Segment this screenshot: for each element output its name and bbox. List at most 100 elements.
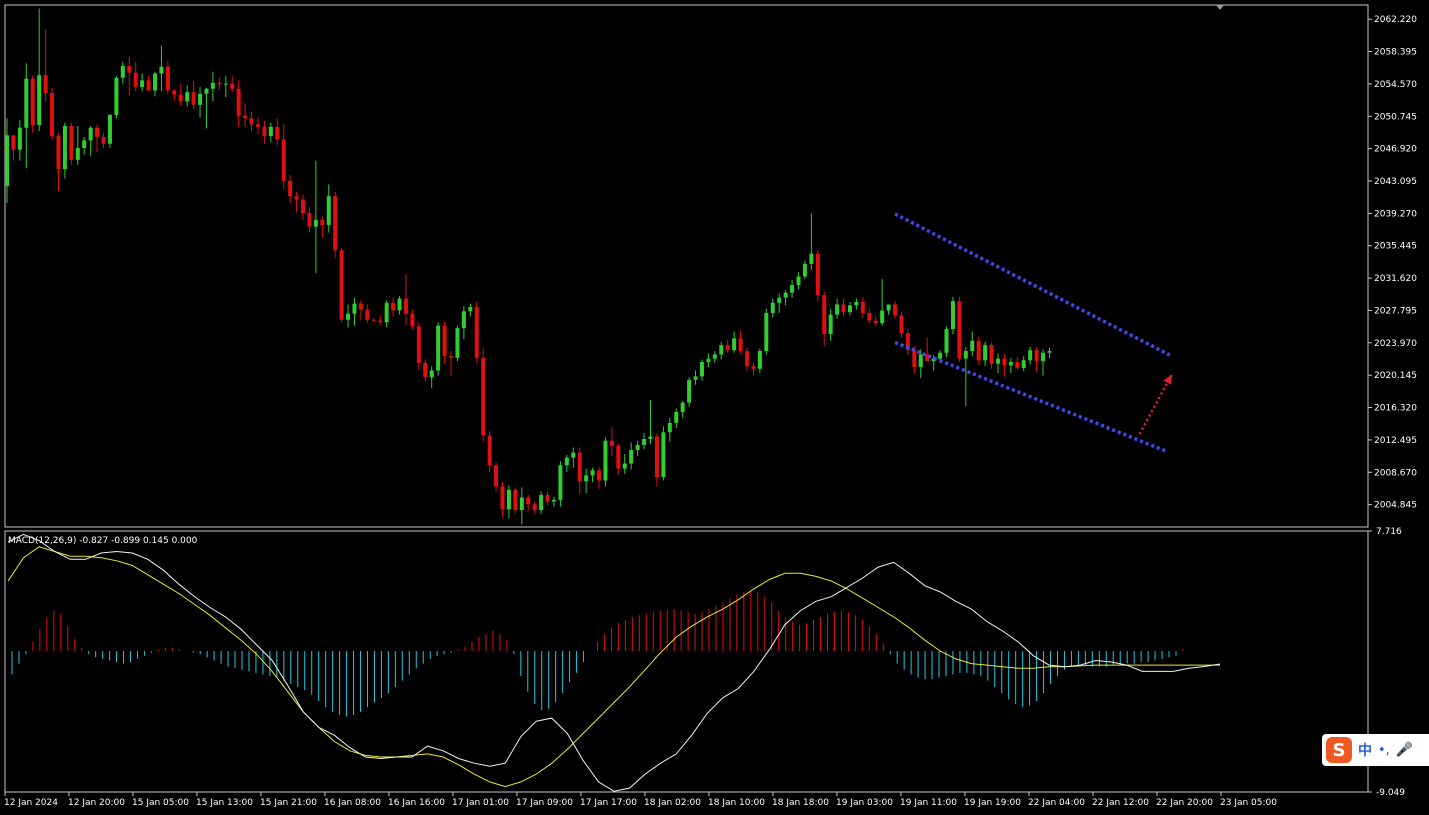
candle-body	[487, 435, 492, 466]
candle-body	[153, 73, 158, 91]
candle-body	[545, 494, 550, 502]
time-axis: 12 Jan 2024 12 Jan 20:00 15 Jan 05:00 15 Ja…	[4, 792, 1277, 808]
candle-body	[513, 489, 518, 511]
candle-body	[1015, 362, 1020, 368]
candle-body	[1028, 350, 1033, 361]
price-tick-label: 2039.270	[1374, 209, 1417, 219]
price-tick-label: 2027.795	[1374, 306, 1417, 316]
candle-body	[976, 340, 981, 361]
candle-body	[403, 298, 408, 314]
candle-body	[474, 307, 479, 358]
candle-body	[1021, 360, 1026, 368]
candle-body	[75, 147, 80, 160]
price-axis: 2062.220 2058.395 2054.570 2050.745 2046.920…	[1368, 15, 1417, 511]
candle-body	[764, 312, 769, 352]
macd-tick-label: 7.716	[1376, 527, 1402, 537]
time-tick-label: 22 Jan 20:00	[1156, 798, 1213, 808]
candle-body	[5, 135, 9, 187]
macd-panel[interactable]	[4, 530, 1369, 793]
candle-body	[983, 345, 988, 361]
trading-chart[interactable]: 2062.220 2058.395 2054.570 2050.745 2046.920…	[0, 0, 1429, 815]
candle-body	[539, 494, 544, 511]
price-tick-label: 2050.745	[1374, 112, 1417, 122]
time-tick-label: 15 Jan 13:00	[196, 798, 253, 808]
candle-body	[397, 298, 402, 311]
candle-body	[815, 253, 820, 296]
candle-body	[37, 75, 42, 126]
candle-body	[867, 312, 872, 321]
macd-lines	[7, 533, 1221, 792]
candle-body	[667, 422, 672, 433]
candle-body	[249, 118, 254, 125]
candle-body	[770, 302, 775, 313]
candle-body	[989, 345, 994, 364]
price-tick-label: 2035.445	[1374, 242, 1417, 252]
candle-body	[841, 304, 846, 313]
candle-body	[326, 196, 331, 225]
candle-body	[777, 297, 782, 303]
candle-body	[365, 309, 370, 320]
candle-body	[796, 276, 801, 286]
candle-body	[461, 311, 466, 329]
candle-body	[198, 93, 203, 105]
candle-body	[860, 301, 865, 313]
candle-body	[30, 78, 35, 126]
price-tick-label: 2062.220	[1374, 15, 1417, 25]
candle-body	[500, 486, 505, 510]
candle-body	[577, 452, 582, 482]
ime-language-toggle[interactable]: 中	[1358, 740, 1372, 760]
candle-body	[442, 325, 447, 357]
candle-body	[642, 439, 647, 445]
candle-body	[835, 304, 840, 315]
candle-body	[346, 313, 351, 320]
time-tick-label: 17 Jan 17:00	[580, 798, 637, 808]
ime-toolbar[interactable]: S 中 •, 🎤	[1322, 734, 1429, 766]
candle-body	[165, 66, 170, 91]
candle-body	[622, 463, 627, 469]
signal-line	[7, 546, 1220, 788]
time-tick-label: 18 Jan 02:00	[644, 798, 701, 808]
time-tick-label: 16 Jan 16:00	[388, 798, 445, 808]
time-tick-label: 18 Jan 18:00	[772, 798, 829, 808]
projection-arrow	[1138, 374, 1173, 435]
price-tick-label: 2054.570	[1374, 80, 1417, 90]
candle-body	[339, 250, 344, 320]
scroll-marker-icon[interactable]	[1216, 5, 1224, 10]
time-tick-label: 22 Jan 04:00	[1028, 798, 1085, 808]
macd-panel-border	[4, 530, 1369, 793]
candle-body	[391, 302, 396, 311]
candle-body	[423, 362, 428, 378]
candle-body	[281, 139, 286, 181]
sogou-logo-icon[interactable]: S	[1326, 737, 1352, 763]
candle-body	[429, 370, 434, 378]
candle-body	[950, 301, 955, 330]
candle-body	[532, 504, 537, 511]
candle-body	[873, 320, 878, 324]
candle-body	[172, 90, 177, 95]
time-tick-label: 12 Jan 2024	[4, 798, 58, 808]
candle-body	[551, 499, 556, 502]
time-tick-label: 12 Jan 20:00	[68, 798, 125, 808]
candle-body	[50, 92, 55, 137]
ime-punctuation-toggle[interactable]: •,	[1378, 743, 1390, 758]
candle-body	[680, 402, 685, 412]
candle-body	[358, 303, 363, 310]
candle-body	[847, 305, 852, 313]
candle-body	[783, 292, 788, 298]
price-tick-label: 2058.395	[1374, 48, 1417, 58]
time-tick-label: 17 Jan 01:00	[452, 798, 509, 808]
candle-body	[584, 475, 589, 482]
candle-body	[970, 340, 975, 352]
candle-body	[95, 127, 100, 137]
microphone-icon[interactable]: 🎤	[1396, 742, 1413, 758]
time-tick-label: 17 Jan 09:00	[516, 798, 573, 808]
candle-body	[210, 82, 215, 89]
candle-body	[918, 354, 923, 368]
candle-body	[313, 219, 318, 227]
macd-tick-label: -9.049	[1376, 788, 1405, 798]
candle-body	[802, 263, 807, 277]
candle-body	[481, 357, 486, 436]
candle-body	[757, 351, 762, 369]
candle-body	[62, 125, 67, 170]
candle-body	[706, 358, 711, 363]
